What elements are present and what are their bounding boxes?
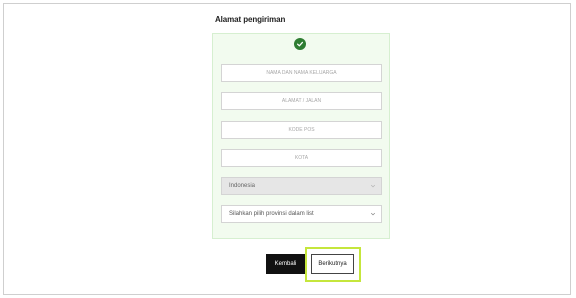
back-button[interactable]: Kembali xyxy=(266,254,305,274)
province-select-value: Silahkan pilih provinsi dalam list xyxy=(229,211,314,217)
full-name-input[interactable] xyxy=(221,64,382,82)
next-button[interactable]: Berikutnya xyxy=(311,254,354,274)
province-select[interactable]: Silahkan pilih provinsi dalam list xyxy=(221,205,382,223)
section-title: Alamat pengiriman xyxy=(215,15,286,24)
country-select-value: Indonesia xyxy=(229,183,256,189)
chevron-down-icon xyxy=(370,212,376,216)
country-select[interactable]: Indonesia xyxy=(221,177,382,195)
postal-code-input[interactable] xyxy=(221,121,382,139)
address-input[interactable] xyxy=(221,92,382,110)
city-input[interactable] xyxy=(221,149,382,167)
chevron-down-icon xyxy=(370,184,376,188)
check-circle-icon xyxy=(294,38,306,50)
